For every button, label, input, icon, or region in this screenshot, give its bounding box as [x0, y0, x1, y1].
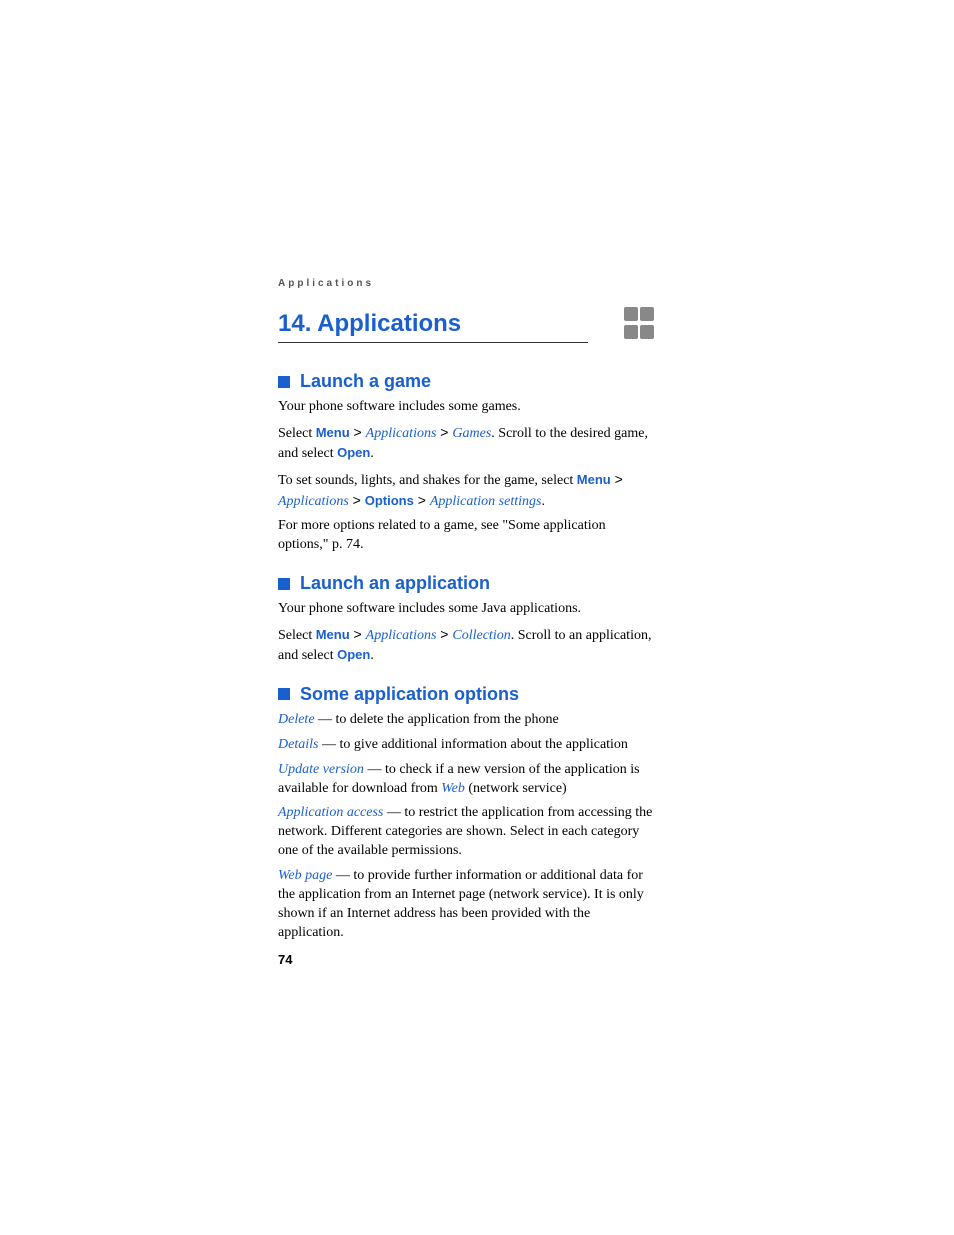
text: Select — [278, 628, 316, 643]
open-link[interactable]: Open — [337, 647, 370, 662]
text: — to delete the application from the pho… — [315, 712, 559, 727]
section-title: Some application options — [300, 684, 519, 705]
web-page-option: Web page — [278, 868, 332, 883]
details-option: Details — [278, 737, 318, 752]
menu-link[interactable]: Menu — [577, 472, 611, 487]
text: To set sounds, lights, and shakes for th… — [278, 473, 577, 488]
body-text: Delete — to delete the application from … — [278, 711, 658, 730]
body-text: Select Menu > Applications > Collection.… — [278, 625, 658, 666]
update-version-option: Update version — [278, 762, 364, 777]
body-text: Your phone software includes some games. — [278, 398, 658, 417]
applications-link[interactable]: Applications — [366, 628, 437, 643]
applications-link[interactable]: Applications — [366, 426, 437, 441]
body-text: Application access — to restrict the app… — [278, 804, 658, 861]
body-text: Select Menu > Applications > Games. Scro… — [278, 423, 658, 464]
open-link[interactable]: Open — [337, 445, 370, 460]
menu-link[interactable]: Menu — [316, 425, 350, 440]
options-link[interactable]: Options — [365, 493, 414, 508]
text: — to give additional information about t… — [318, 737, 627, 752]
body-text: Details — to give additional information… — [278, 736, 658, 755]
section-heading-launch-app: Launch an application — [278, 573, 658, 594]
text: (network service) — [465, 781, 567, 796]
chapter-row: 14. Applications — [278, 307, 658, 343]
menu-link[interactable]: Menu — [316, 627, 350, 642]
application-settings-link[interactable]: Application settings — [430, 494, 542, 509]
applications-link[interactable]: Applications — [278, 494, 349, 509]
page-content: Applications 14. Applications Launch a g… — [0, 0, 658, 943]
text: — to provide further information or addi… — [278, 868, 644, 940]
section-title: Launch a game — [300, 371, 431, 392]
body-text: To set sounds, lights, and shakes for th… — [278, 470, 658, 512]
chapter-title: 14. Applications — [278, 310, 588, 343]
body-text: Your phone software includes some Java a… — [278, 600, 658, 619]
section-title: Launch an application — [300, 573, 490, 594]
bullet-icon — [278, 578, 290, 590]
bullet-icon — [278, 376, 290, 388]
delete-option: Delete — [278, 712, 315, 727]
body-text: Update version — to check if a new versi… — [278, 761, 658, 799]
section-heading-launch-game: Launch a game — [278, 371, 658, 392]
applications-icon — [624, 307, 658, 341]
page-number: 74 — [278, 952, 292, 967]
running-head: Applications — [278, 278, 658, 289]
body-text: Web page — to provide further informatio… — [278, 867, 658, 943]
text: Select — [278, 426, 316, 441]
body-text: For more options related to a game, see … — [278, 517, 658, 555]
bullet-icon — [278, 688, 290, 700]
games-link[interactable]: Games — [452, 426, 491, 441]
collection-link[interactable]: Collection — [452, 628, 510, 643]
section-heading-some-options: Some application options — [278, 684, 658, 705]
application-access-option: Application access — [278, 805, 383, 820]
web-link: Web — [441, 781, 465, 796]
